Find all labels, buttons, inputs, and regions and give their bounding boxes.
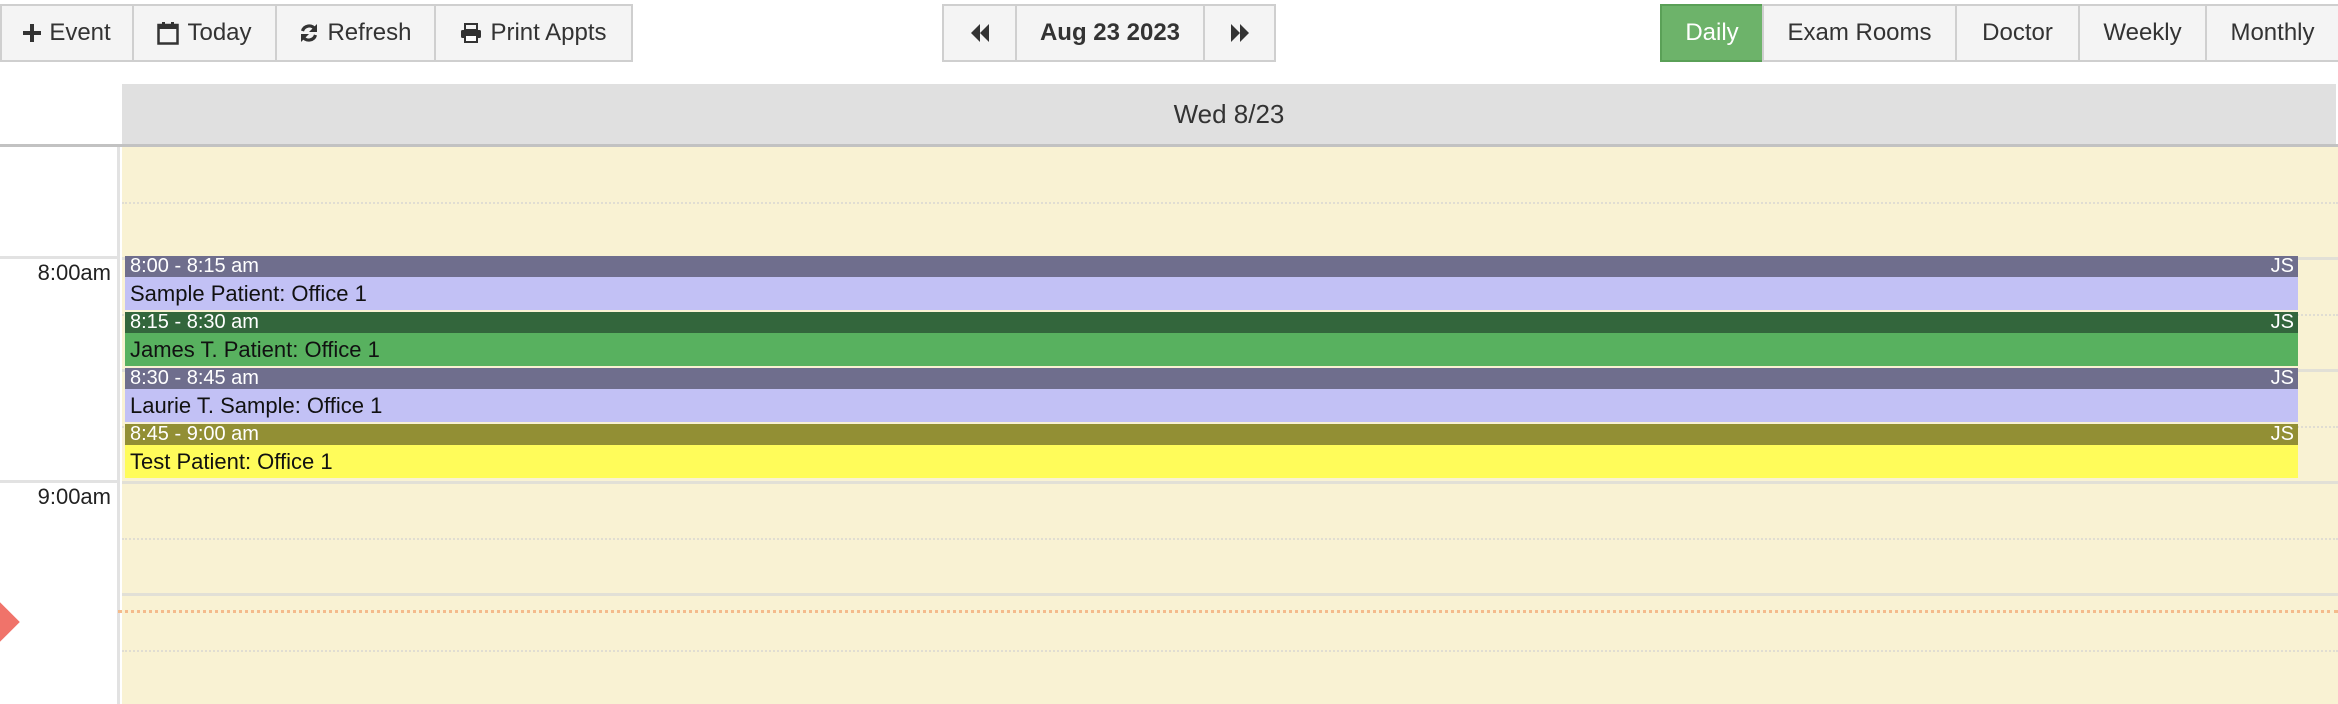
event-provider-initials: JS <box>2270 255 2294 277</box>
view-weekly-button[interactable]: Weekly <box>2078 4 2207 62</box>
event-title: Sample Patient: Office 1 <box>130 281 367 306</box>
event-time: 8:30 - 8:45 am <box>130 367 259 389</box>
event-provider-initials: JS <box>2270 367 2294 389</box>
prev-day-button[interactable] <box>942 4 1017 62</box>
refresh-button[interactable]: Refresh <box>275 4 436 62</box>
time-label-9am: 9:00am <box>37 484 111 509</box>
fast-forward-icon <box>1229 24 1251 42</box>
view-monthly-button[interactable]: Monthly <box>2205 4 2338 62</box>
hour-line <box>122 481 2338 484</box>
view-daily-label: Daily <box>1685 19 1739 46</box>
event-provider-initials: JS <box>2270 311 2294 333</box>
view-weekly-label: Weekly <box>2103 19 2182 46</box>
refresh-icon <box>299 23 319 43</box>
print-appts-button[interactable]: Print Appts <box>434 4 633 62</box>
view-daily-button[interactable]: Daily <box>1660 4 1764 62</box>
calendar-icon <box>157 21 180 45</box>
event-body: Test Patient: Office 1 <box>125 445 2298 478</box>
appointment-event[interactable]: 8:45 - 9:00 am JS Test Patient: Office 1 <box>125 424 2298 478</box>
refresh-label: Refresh <box>327 19 412 46</box>
print-icon <box>460 23 482 43</box>
day-header-label: Wed 8/23 <box>1173 98 1285 129</box>
event-header: 8:45 - 9:00 am JS <box>125 424 2298 445</box>
fast-backward-icon <box>969 24 991 42</box>
view-doctor-button[interactable]: Doctor <box>1955 4 2080 62</box>
event-header: 8:30 - 8:45 am JS <box>125 368 2298 389</box>
add-event-label: Event <box>49 19 111 46</box>
appointment-event[interactable]: 8:30 - 8:45 am JS Laurie T. Sample: Offi… <box>125 368 2298 422</box>
appointment-event[interactable]: 8:15 - 8:30 am JS James T. Patient: Offi… <box>125 312 2298 366</box>
quarter-hour-line <box>122 538 2338 540</box>
event-provider-initials: JS <box>2270 423 2294 445</box>
time-axis-hour-line <box>0 480 117 483</box>
half-hour-line <box>122 593 2338 596</box>
event-body: Laurie T. Sample: Office 1 <box>125 389 2298 422</box>
view-doctor-label: Doctor <box>1982 19 2053 46</box>
view-exam-rooms-button[interactable]: Exam Rooms <box>1762 4 1957 62</box>
current-time-arrow-icon <box>0 602 20 642</box>
event-title: Laurie T. Sample: Office 1 <box>130 393 383 418</box>
print-appts-label: Print Appts <box>490 19 607 46</box>
event-body: James T. Patient: Office 1 <box>125 333 2298 366</box>
day-column-header: Wed 8/23 <box>122 84 2336 144</box>
quarter-hour-line <box>122 650 2338 652</box>
view-exam-rooms-label: Exam Rooms <box>1787 19 1932 46</box>
today-label: Today <box>187 19 252 46</box>
event-header: 8:00 - 8:15 am JS <box>125 256 2298 277</box>
event-title: Test Patient: Office 1 <box>130 449 333 474</box>
time-label-8am: 8:00am <box>37 260 111 285</box>
event-body: Sample Patient: Office 1 <box>125 277 2298 310</box>
time-axis-hour-line <box>0 256 117 259</box>
current-date-label: Aug 23 2023 <box>1039 19 1181 46</box>
next-day-button[interactable] <box>1203 4 1276 62</box>
plus-icon <box>23 24 42 42</box>
event-header: 8:15 - 8:30 am JS <box>125 312 2298 333</box>
time-gutter-divider <box>117 147 120 704</box>
view-monthly-label: Monthly <box>2230 19 2315 46</box>
current-date-button[interactable]: Aug 23 2023 <box>1015 4 1205 62</box>
event-time: 8:00 - 8:15 am <box>130 255 259 277</box>
current-time-line <box>118 610 2338 613</box>
add-event-button[interactable]: Event <box>0 4 134 62</box>
event-time: 8:45 - 9:00 am <box>130 423 259 445</box>
quarter-hour-line <box>122 202 2338 204</box>
event-title: James T. Patient: Office 1 <box>130 337 380 362</box>
event-time: 8:15 - 8:30 am <box>130 311 259 333</box>
today-button[interactable]: Today <box>132 4 277 62</box>
appointment-event[interactable]: 8:00 - 8:15 am JS Sample Patient: Office… <box>125 256 2298 310</box>
